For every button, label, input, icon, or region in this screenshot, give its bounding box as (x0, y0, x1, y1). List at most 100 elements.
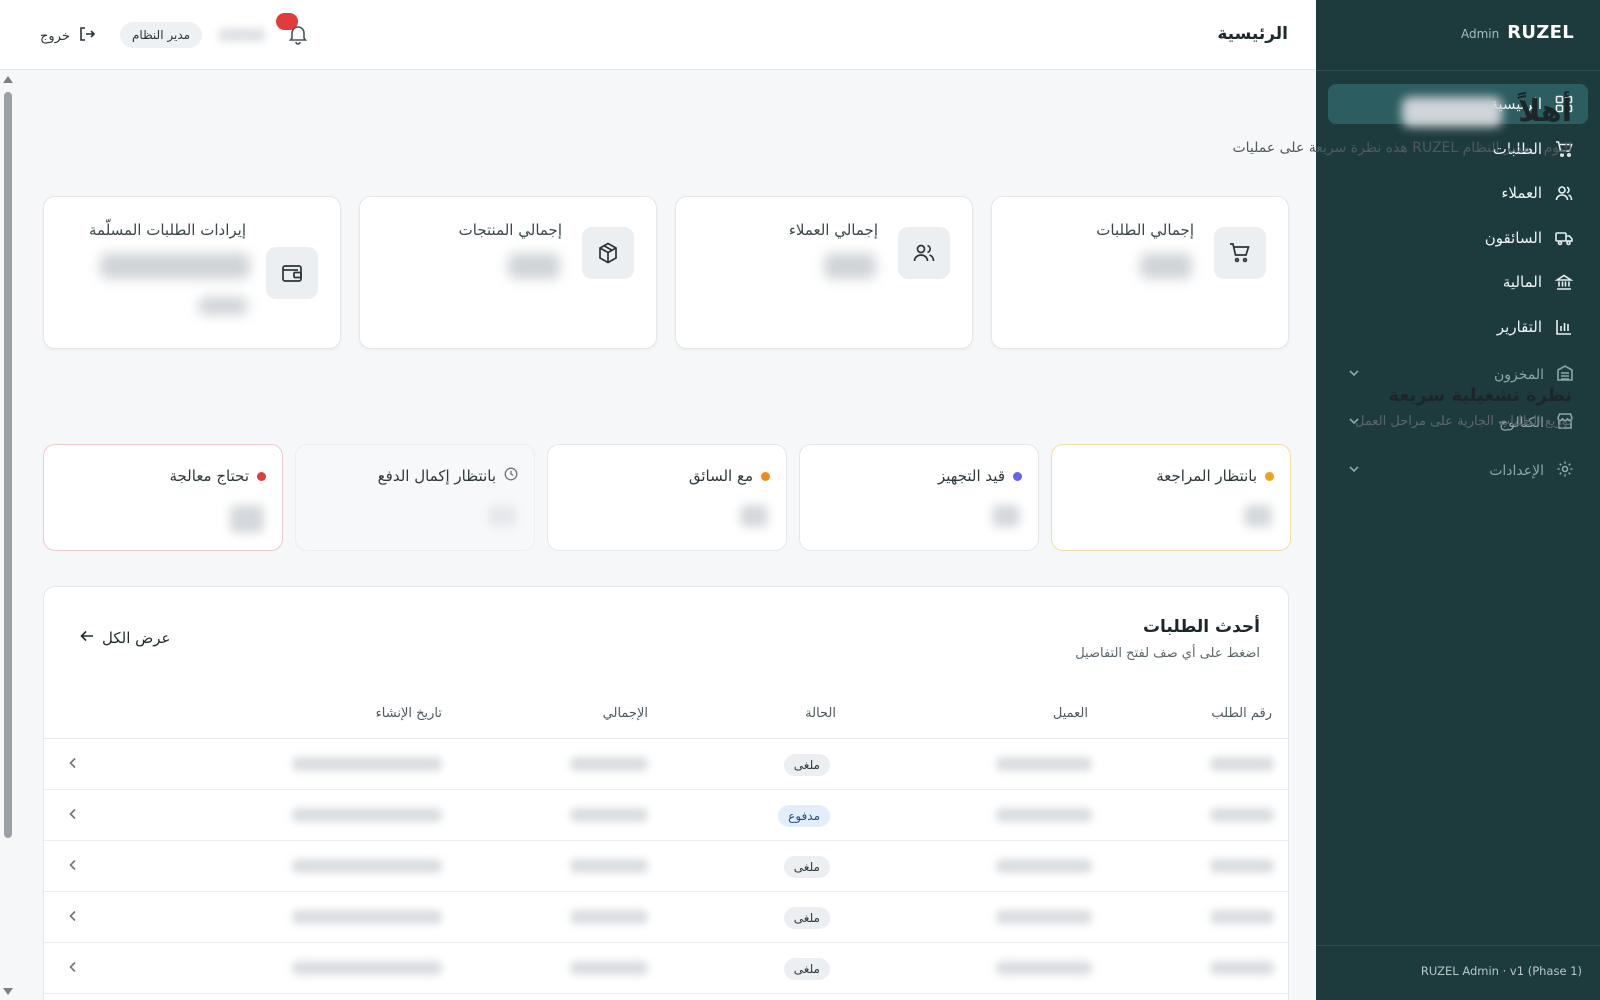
page-title: الرئيسية (1217, 24, 1288, 44)
user-name (218, 28, 266, 42)
wallet-icon (266, 247, 318, 299)
stat-label: إجمالي العملاء (788, 221, 878, 239)
scroll-down-arrow[interactable] (3, 988, 13, 995)
stage-card-needs-attention[interactable]: تحتاج معالجة (43, 444, 283, 551)
stage-label: قيد التجهيز (937, 467, 1005, 485)
status-badge: ملغى (783, 907, 830, 929)
stat-card-products: إجمالي المنتجات (359, 196, 657, 349)
chevron-down-icon (1348, 463, 1360, 479)
greeting-title: أهلاً (1518, 94, 1572, 129)
table-row[interactable]: مدفوع (44, 790, 1288, 841)
table-row[interactable]: ملغى (44, 739, 1288, 790)
overview-title: نظرة تشغيلية سريعة (1388, 385, 1572, 406)
stat-value (100, 253, 250, 279)
status-dot (761, 471, 770, 481)
sidebar-item-finance[interactable]: المالية (1328, 262, 1588, 302)
sidebar-item-drivers[interactable]: السائقون (1328, 218, 1588, 258)
stage-label: مع السائق (688, 467, 753, 485)
customer-cell (996, 961, 1092, 975)
stage-card-preparing[interactable]: قيد التجهيز (799, 444, 1039, 551)
customer-cell (996, 910, 1092, 924)
stage-label: تحتاج معالجة (169, 467, 249, 485)
column-header-status: الحالة (805, 706, 836, 721)
clock-icon (504, 467, 518, 485)
order-number-cell (1210, 859, 1274, 873)
overview-subtitle: توزيع الطلبات الجارية على مراحل العمل (1355, 414, 1572, 429)
box-icon (582, 227, 634, 279)
created-at-cell (292, 961, 442, 975)
column-header-order-number: رقم الطلب (1211, 706, 1272, 721)
stage-count (488, 505, 516, 527)
bank-icon (1554, 272, 1574, 292)
warehouse-icon (1556, 364, 1574, 386)
sidebar-item-label: العملاء (1501, 184, 1542, 202)
table-row[interactable]: ملغى (44, 892, 1288, 943)
user-name-blurred (1402, 96, 1503, 127)
arrow-left-icon (80, 629, 94, 647)
top-header: الرئيسية مدير النظام خروج (0, 0, 1316, 70)
total-cell (570, 808, 648, 822)
scrollbar-thumb[interactable] (4, 92, 12, 838)
view-all-label: عرض الكل (102, 629, 171, 647)
sidebar-item-label: السائقون (1484, 228, 1542, 247)
status-dot (257, 471, 266, 481)
view-all-link[interactable]: عرض الكل (80, 629, 171, 647)
column-header-total: الإجمالي (602, 706, 648, 721)
bar-chart-icon (1554, 317, 1574, 337)
created-at-cell (292, 757, 442, 771)
sidebar-item-label: التقارير (1496, 317, 1542, 336)
stage-count (230, 505, 264, 533)
created-at-cell (292, 808, 442, 822)
stat-card-revenue: إيرادات الطلبات المسلّمة (43, 196, 341, 349)
stat-label: إجمالي الطلبات (1096, 221, 1194, 239)
customer-cell (996, 859, 1092, 873)
stat-label: إيرادات الطلبات المسلّمة (89, 221, 246, 239)
bell-icon[interactable] (286, 22, 310, 46)
brand: Admin RUZEL (1461, 22, 1574, 50)
gear-icon (1556, 460, 1574, 482)
cart-icon (1214, 227, 1266, 279)
status-dot (1013, 471, 1022, 481)
sidebar-footer: RUZEL Admin · v1 (Phase 1) (1420, 964, 1582, 978)
chevron-left-icon (66, 960, 80, 974)
stat-value-unit (198, 297, 248, 315)
stat-label: إجمالي المنتجات (458, 221, 562, 239)
chevron-left-icon (66, 909, 80, 923)
greeting-subtitle: هذه نظرة سريعة على عمليات RUZEL اليوم · … (1232, 140, 1572, 156)
orders-subtitle: اضغط على أي صف لفتح التفاصيل (1075, 646, 1260, 661)
stage-label: بانتظار المراجعة (1156, 467, 1257, 485)
orders-title: أحدث الطلبات (1142, 617, 1260, 637)
sidebar-footer-divider (1316, 945, 1600, 946)
logout-button[interactable]: خروج (40, 25, 96, 47)
logout-icon (78, 25, 96, 47)
truck-icon (1554, 228, 1574, 248)
created-at-cell (292, 859, 442, 873)
chevron-left-icon (66, 858, 80, 872)
sidebar-group-label: المخزون (1493, 366, 1544, 383)
stage-card-awaiting-payment[interactable]: بانتظار إكمال الدفع (295, 444, 535, 551)
sidebar-item-customers[interactable]: العملاء (1328, 173, 1588, 213)
users-icon (1554, 183, 1574, 203)
table-row[interactable]: ملغى (44, 943, 1288, 994)
stage-card-with-driver[interactable]: مع السائق (547, 444, 787, 551)
total-cell (570, 757, 648, 771)
status-dot (1265, 471, 1274, 481)
sidebar-item-reports[interactable]: التقارير (1328, 307, 1588, 347)
greeting: أهلاً (1402, 94, 1572, 129)
stage-count (1244, 505, 1272, 527)
created-at-cell (292, 910, 442, 924)
customer-cell (996, 808, 1092, 822)
chevron-left-icon (66, 756, 80, 770)
stage-card-review[interactable]: بانتظار المراجعة (1051, 444, 1291, 551)
stage-count (740, 505, 768, 527)
table-row[interactable]: ملغى (44, 841, 1288, 892)
order-number-cell (1210, 757, 1274, 771)
scroll-up-arrow[interactable] (3, 76, 13, 83)
chevron-left-icon (66, 807, 80, 821)
stat-card-orders: إجمالي الطلبات (991, 196, 1289, 349)
sidebar-group-label: الإعدادات (1489, 462, 1544, 479)
sidebar-group-settings[interactable]: الإعدادات (1328, 451, 1588, 491)
logout-label: خروج (40, 28, 70, 44)
role-badge: مدير النظام (120, 22, 203, 48)
column-header-customer: العميل (1052, 706, 1088, 721)
